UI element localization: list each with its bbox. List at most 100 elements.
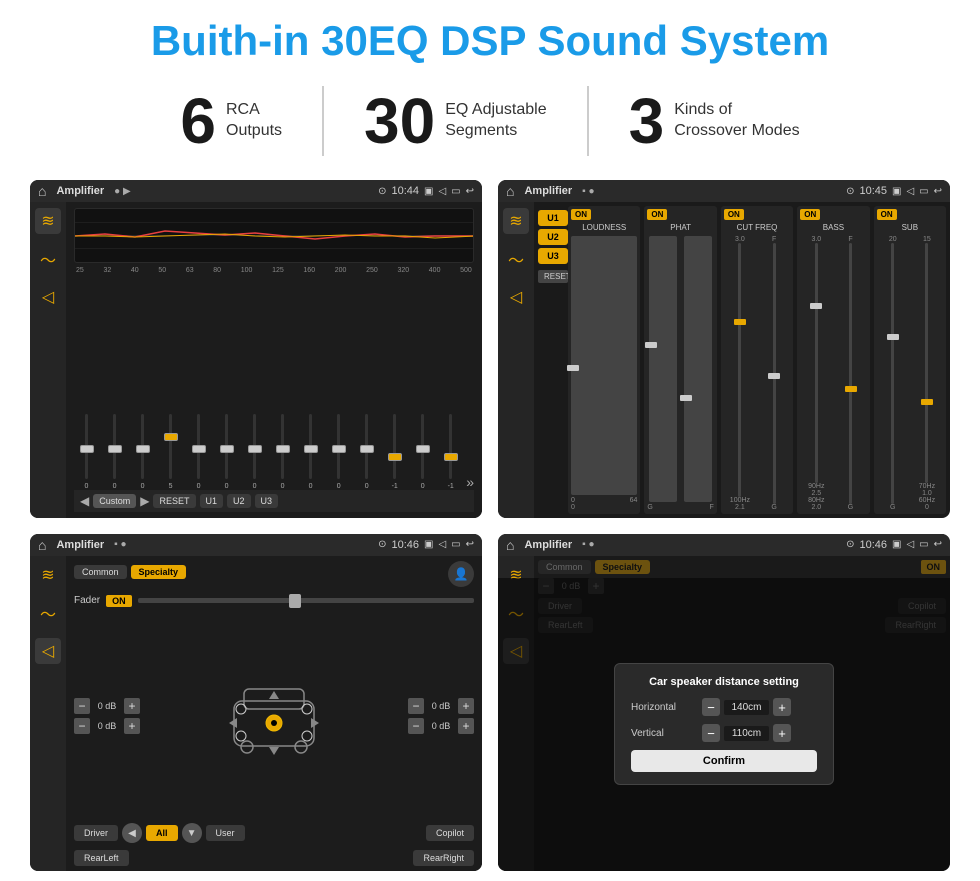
panel-loudness-header: ON [571, 209, 637, 220]
rearright-btn[interactable]: RearRight [413, 850, 474, 866]
left-arrow-btn[interactable]: ◀ [122, 823, 142, 843]
eq-slider-10[interactable]: 0 [354, 410, 379, 490]
home-icon-2[interactable]: ⌂ [506, 183, 514, 199]
eq-thumb-1[interactable] [108, 445, 122, 453]
cutfreq-label: CUT FREQ [724, 223, 790, 232]
copilot-btn[interactable]: Copilot [426, 825, 474, 841]
loudness-slider[interactable] [567, 365, 579, 371]
vol-ctrl-fl: − 0 dB + [74, 698, 140, 714]
back-icon-4[interactable]: ↩ [934, 539, 942, 550]
all-btn[interactable]: All [146, 825, 178, 841]
driver-btn[interactable]: Driver [74, 825, 118, 841]
eq-slider-12[interactable]: 0 [410, 410, 435, 490]
rearleft-btn[interactable]: RearLeft [74, 850, 129, 866]
screen1-title: Amplifier [56, 185, 104, 197]
tab-specialty[interactable]: Specialty [131, 565, 187, 579]
back-icon-1[interactable]: ↩ [466, 186, 474, 197]
tab-common[interactable]: Common [74, 565, 127, 579]
home-icon-1[interactable]: ⌂ [38, 183, 46, 199]
wave-icon-1[interactable]: 〜 [35, 246, 61, 272]
eq-slider-11[interactable]: -1 [382, 410, 407, 490]
u1-btn[interactable]: U1 [538, 210, 568, 226]
eq-slider-4[interactable]: 0 [186, 410, 211, 490]
screen3-title: Amplifier [56, 539, 104, 551]
vol-fr-plus[interactable]: + [458, 698, 474, 714]
eq-u1-btn[interactable]: U1 [200, 494, 224, 508]
eq-u2-btn[interactable]: U2 [227, 494, 251, 508]
vol-fl-plus[interactable]: + [124, 698, 140, 714]
fader-h-thumb[interactable] [289, 594, 301, 608]
panel-cutfreq: ON CUT FREQ 3.0 100Hz 2.1 [721, 206, 793, 513]
crossover-reset-btn[interactable]: RESET [538, 270, 568, 283]
eq-slider-13[interactable]: -1 [438, 410, 463, 490]
eq-track-0 [85, 414, 88, 479]
eq-slider-0[interactable]: 0 [74, 410, 99, 490]
eq-prev-btn[interactable]: ◀ [80, 494, 89, 508]
eq-icon-3[interactable]: ≋ [35, 562, 61, 588]
vol-fl-value: 0 dB [93, 701, 121, 711]
eq-slider-7[interactable]: 0 [270, 410, 295, 490]
back-icon-3[interactable]: ↩ [466, 539, 474, 550]
eq-custom-btn[interactable]: Custom [93, 494, 136, 508]
stat-number-rca: 6 [180, 89, 216, 153]
horizontal-plus-btn[interactable]: + [773, 698, 791, 716]
eq-bottom-bar: ◀ Custom ▶ RESET U1 U2 U3 [74, 490, 474, 512]
vol-rl-plus[interactable]: + [124, 718, 140, 734]
vol-rr-plus[interactable]: + [458, 718, 474, 734]
stat-rca: 6 RCA Outputs [140, 89, 322, 153]
eq-u3-btn[interactable]: U3 [255, 494, 279, 508]
eq-play-btn[interactable]: ▶ [140, 494, 149, 508]
horizontal-minus-btn[interactable]: − [702, 698, 720, 716]
sub-slider1[interactable] [887, 334, 899, 340]
screen3-dots: ▪ ● [114, 539, 126, 550]
eq-icon-2[interactable]: ≋ [503, 208, 529, 234]
wave-icon-2[interactable]: 〜 [503, 246, 529, 272]
eq-slider-5[interactable]: 0 [214, 410, 239, 490]
screen2-dots: ▪ ● [582, 186, 594, 197]
eq-curve-svg [75, 209, 473, 262]
vol-icon-1[interactable]: ◁ [35, 284, 61, 310]
vol-icon-3[interactable]: ◁ [35, 638, 61, 664]
u3-btn[interactable]: U3 [538, 248, 568, 264]
fader-h-track[interactable] [138, 598, 474, 603]
confirm-button[interactable]: Confirm [631, 750, 817, 772]
vol-fr-minus[interactable]: − [408, 698, 424, 714]
eq-icon-1[interactable]: ≋ [35, 208, 61, 234]
vol-rr-minus[interactable]: − [408, 718, 424, 734]
eq-more-icon[interactable]: » [466, 474, 474, 490]
eq-slider-8[interactable]: 0 [298, 410, 323, 490]
loudness-on: ON [571, 209, 591, 220]
wave-icon-3[interactable]: 〜 [35, 600, 61, 626]
eq-slider-6[interactable]: 0 [242, 410, 267, 490]
screen3-content: ≋ 〜 ◁ Common Specialty 👤 Fader [30, 556, 482, 871]
home-icon-4[interactable]: ⌂ [506, 537, 514, 553]
screen4-title: Amplifier [524, 539, 572, 551]
fader-on-badge: ON [106, 595, 132, 607]
vol-rl-minus[interactable]: − [74, 718, 90, 734]
vertical-minus-btn[interactable]: − [702, 724, 720, 742]
eq-slider-3[interactable]: 5 [158, 410, 183, 490]
vol-fl-minus[interactable]: − [74, 698, 90, 714]
vertical-plus-btn[interactable]: + [773, 724, 791, 742]
cutfreq-slider1[interactable] [734, 319, 746, 325]
eq-freq-labels: 25 32 40 50 63 80 100 125 160 200 250 32… [74, 267, 474, 274]
vol-icon-2[interactable]: ◁ [503, 284, 529, 310]
status-bar-4: ⌂ Amplifier ▪ ● ⊙ 10:46 ▣ ◁ ▭ ↩ [498, 534, 950, 556]
bass-slider2[interactable] [845, 386, 857, 392]
phat-slider[interactable] [645, 342, 657, 348]
sub-slider2[interactable] [921, 399, 933, 405]
eq-val-0: 0 [85, 483, 89, 490]
eq-slider-1[interactable]: 0 [102, 410, 127, 490]
eq-sliders-row: 0 0 0 [74, 278, 474, 489]
u2-btn[interactable]: U2 [538, 229, 568, 245]
user-btn[interactable]: User [206, 825, 245, 841]
eq-thumb-0[interactable] [80, 445, 94, 453]
cutfreq-slider2[interactable] [768, 373, 780, 379]
home-icon-3[interactable]: ⌂ [38, 537, 46, 553]
bass-slider1[interactable] [810, 303, 822, 309]
back-icon-2[interactable]: ↩ [934, 186, 942, 197]
eq-reset-btn[interactable]: RESET [153, 494, 195, 508]
down-arrow-btn[interactable]: ▼ [182, 823, 202, 843]
eq-slider-9[interactable]: 0 [326, 410, 351, 490]
eq-slider-2[interactable]: 0 [130, 410, 155, 490]
